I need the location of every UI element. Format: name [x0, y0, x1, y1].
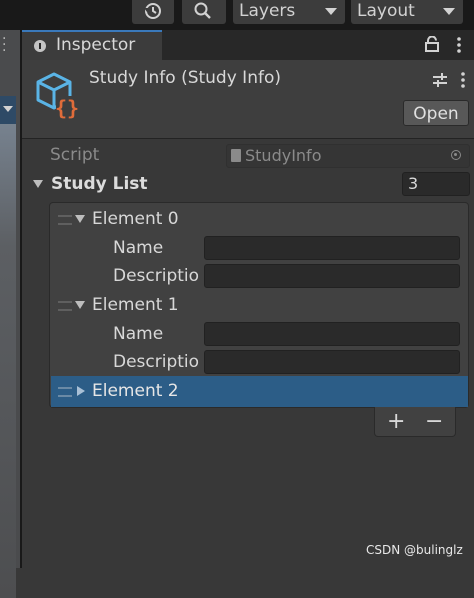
- foldout-arrow-icon[interactable]: [33, 180, 43, 188]
- layers-label: Layers: [239, 1, 296, 21]
- script-object-field[interactable]: StudyInfo: [226, 144, 470, 168]
- list-size-value: 3: [408, 174, 419, 193]
- element-2-label[interactable]: Element 2: [92, 381, 179, 401]
- chevron-down-icon: [325, 8, 337, 15]
- element-1-name-field[interactable]: [204, 322, 460, 346]
- add-element-button[interactable]: +: [387, 409, 405, 434]
- scene-preview: [0, 96, 16, 598]
- scene-view-edge: · · ·: [0, 30, 20, 598]
- lock-icon[interactable]: [425, 36, 439, 52]
- drag-handle-icon[interactable]: [58, 301, 72, 311]
- script-label: Script: [50, 145, 100, 165]
- more-options-icon[interactable]: [456, 37, 462, 53]
- inspector-tab-bar: Inspector: [22, 30, 474, 60]
- drag-handle-icon[interactable]: [58, 215, 72, 225]
- tab-inspector-label: Inspector: [56, 35, 136, 55]
- layout-dropdown[interactable]: Layout: [351, 0, 463, 24]
- svg-text:{}: {}: [55, 96, 79, 120]
- foldout-arrow-icon[interactable]: [77, 386, 85, 396]
- list-footer: + −: [374, 407, 456, 437]
- element-0-description-field[interactable]: [204, 264, 460, 288]
- element-0-description-label: Descriptio: [113, 266, 200, 286]
- history-icon: [144, 3, 161, 19]
- search-button[interactable]: [182, 0, 226, 24]
- element-0-name-field[interactable]: [204, 236, 460, 260]
- history-button[interactable]: [132, 0, 174, 24]
- open-button[interactable]: Open: [403, 100, 469, 126]
- search-icon: [194, 2, 211, 19]
- component-header: {} Study Info (Study Info) Open: [22, 60, 474, 139]
- drag-handle-icon[interactable]: · · ·: [2, 32, 6, 58]
- remove-element-button[interactable]: −: [425, 409, 443, 434]
- list-size-field[interactable]: 3: [402, 172, 470, 196]
- element-0-name-label: Name: [113, 238, 164, 258]
- preset-settings-icon[interactable]: [432, 72, 448, 88]
- element-0-label[interactable]: Element 0: [92, 209, 179, 229]
- object-picker-icon[interactable]: [451, 150, 461, 160]
- component-title: Study Info (Study Info): [89, 68, 281, 88]
- scene-dropdown[interactable]: [0, 96, 16, 124]
- component-menu-icon[interactable]: [460, 72, 466, 88]
- drag-handle-icon[interactable]: [58, 387, 72, 397]
- foldout-arrow-icon[interactable]: [75, 301, 85, 309]
- element-1-label[interactable]: Element 1: [92, 295, 179, 315]
- tab-inspector[interactable]: Inspector: [22, 30, 162, 60]
- script-asset-icon: {}: [36, 72, 79, 120]
- info-icon: [34, 40, 46, 52]
- element-1-description-label: Descriptio: [113, 352, 200, 372]
- top-toolbar: Layers Layout: [0, 0, 474, 30]
- cs-script-icon: [231, 149, 241, 162]
- watermark: CSDN @bulinglz: [366, 543, 463, 557]
- layout-label: Layout: [357, 1, 415, 21]
- foldout-arrow-icon[interactable]: [75, 215, 85, 223]
- study-list-label[interactable]: Study List: [51, 174, 148, 194]
- element-1-name-label: Name: [113, 324, 164, 344]
- layers-dropdown[interactable]: Layers: [233, 0, 345, 24]
- element-1-description-field[interactable]: [204, 350, 460, 374]
- chevron-down-icon: [443, 8, 455, 15]
- script-value: StudyInfo: [245, 146, 322, 165]
